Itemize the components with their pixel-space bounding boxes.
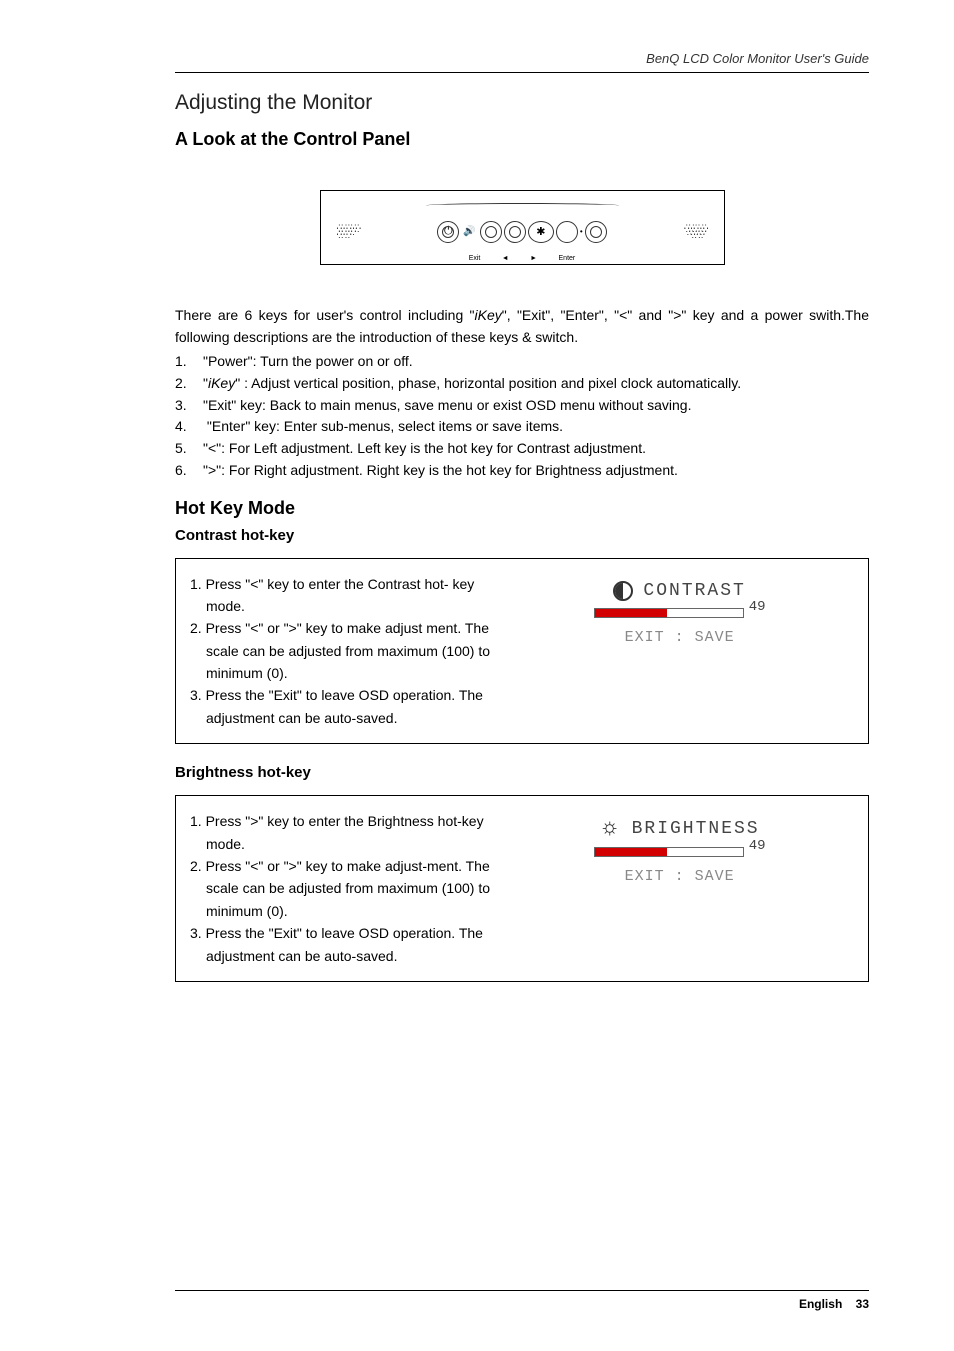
step-text: 2. Press "<" or ">" key to make adjust m… [190, 617, 491, 684]
list-item: 5."<": For Left adjustment. Left key is … [175, 438, 869, 460]
list-item: 3."Exit" key: Back to main menus, save m… [175, 395, 869, 417]
sub-heading-contrast: Contrast hot-key [175, 527, 869, 544]
list-item: 2."iKey" : Adjust vertical position, pha… [175, 373, 869, 395]
speaker-grille-left: ∴∵∴∵∴∵∴∵∴∵∴∵∴∵∵∴∵ [337, 226, 361, 238]
right-button-icon [556, 221, 578, 243]
osd-title-row: CONTRAST [531, 581, 828, 601]
osd-title-text: CONTRAST [643, 581, 745, 601]
brightness-osd-preview: BRIGHTNESS 49 EXIT : SAVE [501, 796, 868, 981]
osd-title-row: BRIGHTNESS [531, 818, 828, 840]
osd-slider: 49 [531, 844, 828, 860]
exit-button-icon [480, 221, 502, 243]
section-heading-hotkey: Hot Key Mode [175, 498, 869, 519]
section-heading-control-panel: A Look at the Control Panel [175, 129, 869, 150]
brightness-hotkey-box: 1. Press ">" key to enter the Brightness… [175, 795, 869, 982]
ikey-button-icon: ✱ [528, 221, 554, 243]
left-button-icon [504, 221, 526, 243]
osd-value: 49 [749, 599, 766, 615]
list-item: 1."Power": Turn the power on or off. [175, 351, 869, 373]
header-text: BenQ LCD Color Monitor User's Guide [646, 51, 869, 66]
osd-title-text: BRIGHTNESS [632, 819, 760, 839]
page-footer: English 33 [175, 1290, 869, 1311]
button-labels: Exit ◄ ► Enter [462, 255, 582, 262]
key-description-list: 1."Power": Turn the power on or off. 2."… [175, 351, 869, 481]
footer-language: English [799, 1297, 842, 1311]
page-header: BenQ LCD Color Monitor User's Guide [175, 50, 869, 73]
contrast-hotkey-box: 1. Press "<" key to enter the Contrast h… [175, 558, 869, 745]
step-text: 3. Press the "Exit" to leave OSD operati… [190, 922, 491, 967]
step-text: 1. Press ">" key to enter the Brightness… [190, 810, 491, 855]
osd-value: 49 [749, 838, 766, 854]
list-item: 4. "Enter" key: Enter sub-menus, select … [175, 416, 869, 438]
contrast-osd-preview: CONTRAST 49 EXIT : SAVE [501, 559, 868, 744]
osd-exit-label: EXIT : SAVE [531, 868, 828, 885]
osd-exit-label: EXIT : SAVE [531, 629, 828, 646]
osd-slider: 49 [531, 605, 828, 621]
contrast-steps: 1. Press "<" key to enter the Contrast h… [176, 559, 501, 744]
intro-paragraph: There are 6 keys for user's control incl… [175, 305, 869, 348]
power-button-icon: ⏻ [437, 221, 459, 243]
contrast-icon [613, 581, 633, 601]
footer-page-number: 33 [856, 1297, 869, 1311]
enter-button-icon [585, 221, 607, 243]
panel-buttons: ⏻ 🔊 ✱ • Exit ◄ ► Enter [437, 221, 606, 243]
sub-heading-brightness: Brightness hot-key [175, 764, 869, 781]
step-text: 3. Press the "Exit" to leave OSD operati… [190, 684, 491, 729]
brightness-steps: 1. Press ">" key to enter the Brightness… [176, 796, 501, 981]
page-title: Adjusting the Monitor [175, 91, 869, 115]
step-text: 2. Press "<" or ">" key to make adjust-m… [190, 855, 491, 922]
control-panel-diagram: ∴∵∴∵∴∵∴∵∴∵∴∵∴∵∵∴∵ ⏻ 🔊 ✱ • Exit ◄ ► Enter… [320, 190, 725, 265]
list-item: 6.">": For Right adjustment. Right key i… [175, 460, 869, 482]
brightness-icon [600, 818, 622, 840]
speaker-grille-right: ∴∵∴∵∴∵∴∵∴∵ ∴∵∴∵ ∵∴∵ [684, 226, 708, 238]
step-text: 1. Press "<" key to enter the Contrast h… [190, 573, 491, 618]
